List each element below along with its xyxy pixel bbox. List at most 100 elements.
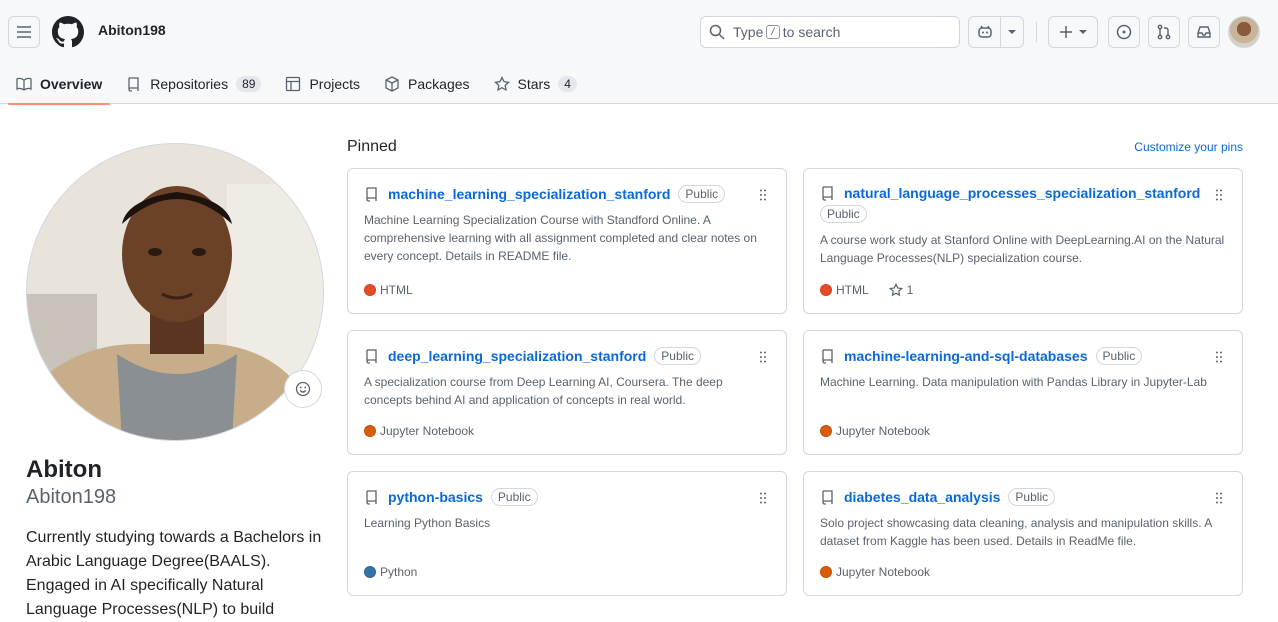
- tab-label: Packages: [408, 76, 470, 92]
- repo-meta: Python: [364, 565, 417, 579]
- repo-link[interactable]: diabetes_data_analysis: [844, 489, 1000, 505]
- plus-icon: [1060, 26, 1072, 38]
- profile-tabs: Overview Repositories 89 Projects Packag…: [8, 64, 593, 105]
- user-avatar-button[interactable]: [1228, 16, 1260, 48]
- repo-link[interactable]: machine-learning-and-sql-databases: [844, 348, 1088, 364]
- repo-icon: [366, 490, 377, 505]
- repo-language: HTML: [836, 283, 869, 297]
- repo-icon: [366, 349, 377, 364]
- global-header: Abiton198 Type / to search Overview Repo…: [0, 0, 1278, 105]
- pinned-repo-card: deep_learning_specialization_stanford Pu…: [347, 330, 787, 455]
- hamburger-icon: [17, 26, 31, 38]
- repo-description: Machine Learning Specialization Course w…: [364, 213, 757, 263]
- tab-label: Overview: [40, 76, 103, 92]
- menu-button[interactable]: [8, 16, 40, 48]
- search-icon: [709, 24, 725, 40]
- tab-projects[interactable]: Projects: [277, 64, 368, 104]
- visibility-badge: Public: [1008, 488, 1056, 506]
- repo-meta: Jupyter Notebook: [820, 565, 930, 579]
- inbox-button[interactable]: [1188, 16, 1220, 48]
- repo-link[interactable]: python-basics: [388, 489, 483, 505]
- set-status-button[interactable]: [284, 370, 322, 408]
- language-color-dot: [820, 284, 832, 296]
- repo-icon: [366, 187, 377, 202]
- visibility-badge: Public: [678, 185, 726, 203]
- search-shortcut-key: /: [766, 25, 780, 39]
- repo-language: Python: [380, 565, 418, 579]
- tab-label: Stars: [517, 76, 551, 92]
- tab-label: Projects: [309, 76, 361, 92]
- inbox-icon: [1197, 26, 1211, 38]
- copilot-dropdown[interactable]: [1001, 28, 1023, 36]
- drag-handle-icon[interactable]: [760, 189, 766, 201]
- repo-link[interactable]: deep_learning_specialization_stanford: [388, 348, 646, 364]
- pull-requests-button[interactable]: [1148, 16, 1180, 48]
- stars-count: 4: [558, 76, 577, 92]
- repo-meta: HTML: [364, 283, 413, 297]
- repo-description: Machine Learning. Data manipulation with…: [820, 375, 1207, 389]
- star-icon: [493, 76, 510, 92]
- repo-description: Solo project showcasing data cleaning, a…: [820, 516, 1212, 548]
- github-logo-icon[interactable]: [52, 16, 84, 48]
- pinned-repo-card: python-basics Public Learning Python Bas…: [347, 471, 787, 596]
- issues-button[interactable]: [1108, 16, 1140, 48]
- visibility-badge: Public: [654, 347, 701, 365]
- profile-avatar[interactable]: [26, 143, 324, 441]
- book-icon: [16, 77, 32, 91]
- search-input[interactable]: Type / to search: [700, 16, 960, 48]
- drag-handle-icon[interactable]: [1216, 351, 1222, 363]
- profile-name: Abiton: [26, 456, 102, 483]
- repo-language: Jupyter Notebook: [836, 424, 931, 438]
- header-divider: [1036, 22, 1037, 42]
- drag-handle-icon[interactable]: [1216, 492, 1222, 504]
- language-color-dot: [820, 425, 832, 437]
- profile-login: Abiton198: [26, 486, 117, 508]
- drag-handle-icon[interactable]: [760, 351, 766, 363]
- pinned-repo-card: diabetes_data_analysis Public Solo proje…: [803, 471, 1243, 596]
- repo-icon: [822, 349, 833, 364]
- repo-meta: Jupyter Notebook: [364, 424, 474, 438]
- repo-meta: HTML 1: [820, 283, 913, 297]
- pinned-repo-card: natural_language_processes_specializatio…: [803, 168, 1243, 314]
- copilot-chat-button[interactable]: [969, 17, 1001, 47]
- tab-overview[interactable]: Overview: [8, 64, 111, 105]
- tab-stars[interactable]: Stars 4: [486, 64, 585, 104]
- repo-link[interactable]: natural_language_processes_specializatio…: [844, 185, 1200, 201]
- triangle-down-icon: [1008, 30, 1016, 34]
- create-new-button[interactable]: [1048, 16, 1098, 48]
- table-icon: [286, 76, 301, 92]
- copilot-button[interactable]: [968, 16, 1024, 48]
- star-icon: [888, 283, 903, 297]
- repo-stars-link[interactable]: 1: [888, 283, 914, 297]
- drag-handle-icon[interactable]: [760, 492, 766, 504]
- drag-handle-icon[interactable]: [1216, 189, 1222, 201]
- visibility-badge: Public: [1095, 347, 1143, 365]
- repo-stars-count: 1: [906, 283, 914, 297]
- repo-link[interactable]: machine_learning_specialization_stanford: [388, 186, 670, 202]
- repo-language: HTML: [380, 283, 413, 297]
- repo-description: A course work study at Stanford Online w…: [820, 233, 1225, 265]
- repositories-count: 89: [236, 76, 262, 92]
- language-color-dot: [820, 566, 832, 578]
- pinned-repo-card: machine-learning-and-sql-databases Publi…: [803, 330, 1243, 455]
- language-color-dot: [364, 566, 376, 578]
- package-icon: [385, 76, 399, 92]
- tab-packages[interactable]: Packages: [376, 64, 477, 104]
- issue-icon: [1116, 24, 1132, 40]
- repo-description: A specialization course from Deep Learni…: [364, 375, 723, 407]
- repo-description: Learning Python Basics: [364, 516, 491, 530]
- tab-label: Repositories: [150, 76, 229, 92]
- profile-bio: Currently studying towards a Bachelors i…: [26, 529, 322, 618]
- repo-icon: [128, 77, 139, 92]
- repo-meta: Jupyter Notebook: [820, 424, 930, 438]
- tab-repositories[interactable]: Repositories 89: [118, 64, 269, 104]
- pinned-repo-card: machine_learning_specialization_stanford…: [347, 168, 787, 314]
- language-color-dot: [364, 425, 376, 437]
- language-color-dot: [364, 284, 376, 296]
- pinned-heading: Pinned: [347, 138, 397, 155]
- customize-pins-link[interactable]: Customize your pins: [1134, 140, 1243, 154]
- copilot-icon: [977, 25, 992, 38]
- profile-photo-image: [27, 144, 323, 440]
- header-username[interactable]: Abiton198: [98, 22, 166, 38]
- smiley-icon: [295, 381, 311, 397]
